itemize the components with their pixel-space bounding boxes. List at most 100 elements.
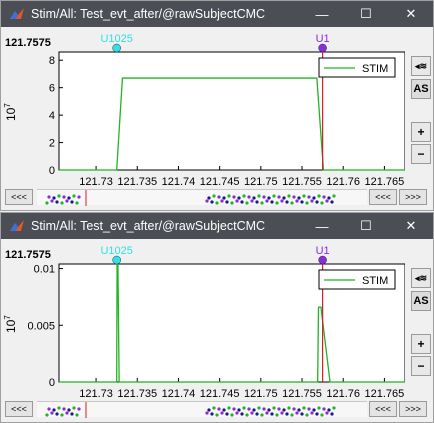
- event-dot: [312, 196, 316, 200]
- event-dot: [330, 412, 334, 416]
- event-dot: [307, 195, 311, 199]
- x-tick-label: 121.73: [79, 176, 113, 188]
- event-dot: [282, 196, 286, 200]
- zoom-in-button[interactable]: +: [411, 334, 431, 354]
- x-tick-label: 121.765: [365, 176, 405, 188]
- zoom-toggle-button[interactable]: ◂≋: [411, 56, 431, 76]
- event-dot: [327, 408, 331, 412]
- maximize-button[interactable]: ☐: [344, 1, 388, 27]
- event-dot: [325, 199, 329, 203]
- event-dots: [45, 190, 336, 206]
- event-dot: [285, 200, 289, 204]
- event-dot: [57, 194, 61, 198]
- event-dot: [272, 194, 276, 198]
- previous-page-button[interactable]: <<<: [5, 189, 33, 205]
- event-dot: [275, 413, 279, 417]
- event-dot: [302, 406, 306, 410]
- y-axis-unit-label: 107: [3, 103, 18, 121]
- previous-button[interactable]: <<<: [369, 401, 397, 417]
- event-dot: [260, 413, 264, 417]
- event-dot: [67, 408, 71, 412]
- event-dot: [62, 407, 66, 411]
- event-dot: [50, 411, 54, 415]
- event-dot: [207, 196, 211, 200]
- close-button[interactable]: ✕: [389, 213, 433, 239]
- zoom-out-button[interactable]: −: [411, 144, 431, 164]
- event-timeline-strip[interactable]: [37, 189, 367, 206]
- signal-plot[interactable]: 0 2 4 6 8 107 121.73 121.735 121.74 121.745 121.75…: [1, 29, 405, 189]
- event-label: U1025: [100, 245, 132, 257]
- minimize-button[interactable]: —: [300, 213, 344, 239]
- event-dot: [272, 406, 276, 410]
- event-dot: [75, 201, 79, 205]
- event-dot: [317, 406, 321, 410]
- event-dot: [262, 195, 266, 199]
- event-dot: [287, 194, 291, 198]
- event-dot: [45, 201, 49, 205]
- event-dot: [295, 199, 299, 203]
- window-title: Stim/All: Test_evt_after/@rawSubjectCMC: [31, 219, 266, 233]
- event-dot: [250, 199, 254, 203]
- zoom-in-button[interactable]: +: [411, 122, 431, 142]
- title-bar[interactable]: Stim/All: Test_evt_after/@rawSubjectCMC …: [1, 1, 433, 27]
- matlab-icon: [10, 220, 24, 231]
- x-tick-label: 121.755: [282, 176, 322, 188]
- event-dot: [315, 412, 319, 416]
- zoom-toggle-button[interactable]: ◂≋: [411, 268, 431, 288]
- event-dot: [255, 200, 259, 204]
- event-dot: [215, 201, 219, 205]
- event-dot: [277, 195, 281, 199]
- previous-button[interactable]: <<<: [369, 189, 397, 205]
- autoscale-button[interactable]: AS: [411, 79, 431, 99]
- minimize-button[interactable]: —: [300, 1, 344, 27]
- x-tick-label: 121.745: [200, 388, 240, 400]
- event-dot: [210, 200, 214, 204]
- event-dot: [315, 200, 319, 204]
- maximize-button[interactable]: ☐: [344, 213, 388, 239]
- event-label: U1: [316, 33, 330, 45]
- event-dot: [242, 194, 246, 198]
- autoscale-button[interactable]: AS: [411, 291, 431, 311]
- event-dot: [70, 412, 74, 416]
- figure-window: Stim/All: Test_evt_after/@rawSubjectCMC …: [0, 0, 434, 211]
- event-marker: [112, 43, 121, 53]
- zoom-out-button[interactable]: −: [411, 356, 431, 376]
- event-dot: [247, 195, 251, 199]
- event-dot: [47, 195, 51, 199]
- y-tick-label: 2: [49, 138, 55, 150]
- y-tick-label: 0: [49, 165, 55, 177]
- x-tick-label: 121.75: [244, 176, 278, 188]
- close-button[interactable]: ✕: [389, 1, 433, 27]
- event-dot: [60, 413, 64, 417]
- event-label: U1025: [100, 33, 132, 45]
- event-dot: [227, 194, 231, 198]
- previous-page-button[interactable]: <<<: [5, 401, 33, 417]
- event-dot: [255, 412, 259, 416]
- event-dot: [207, 408, 211, 412]
- event-dot: [310, 199, 314, 203]
- event-dot: [70, 200, 74, 204]
- next-button[interactable]: >>>: [399, 189, 427, 205]
- x-tick-label: 121.735: [117, 388, 157, 400]
- event-dot: [220, 411, 224, 415]
- event-timeline-strip[interactable]: [37, 401, 367, 418]
- event-dot: [287, 406, 291, 410]
- event-dot: [60, 201, 64, 205]
- event-dot: [237, 196, 241, 200]
- event-dot: [55, 200, 59, 204]
- event-dot: [235, 411, 239, 415]
- event-dot: [285, 412, 289, 416]
- event-dot: [237, 408, 241, 412]
- event-dots: [45, 402, 336, 418]
- event-dot: [232, 195, 236, 199]
- next-button[interactable]: >>>: [399, 401, 427, 417]
- event-dot: [282, 408, 286, 412]
- event-dot: [252, 196, 256, 200]
- event-dot: [212, 194, 216, 198]
- title-bar[interactable]: Stim/All: Test_evt_after/@rawSubjectCMC …: [1, 213, 433, 239]
- event-dot: [75, 413, 79, 417]
- event-dot: [292, 195, 296, 199]
- event-dot: [332, 194, 336, 198]
- signal-plot[interactable]: 0 0.005 0.01 107 121.73 121.735 121.74 121.745 1…: [1, 241, 405, 401]
- x-tick-label: 121.74: [162, 176, 196, 188]
